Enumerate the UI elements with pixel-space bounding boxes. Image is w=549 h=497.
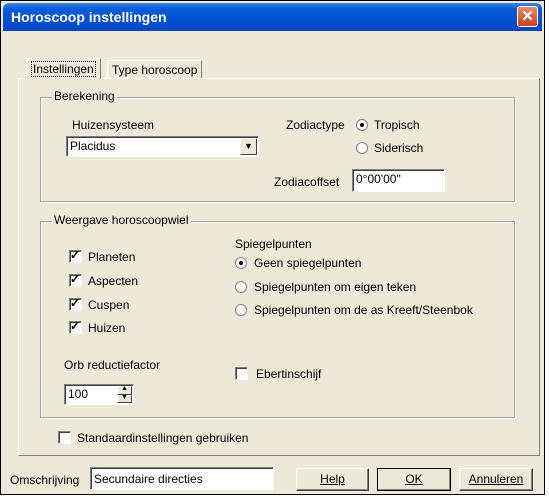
zodiacoffset-input[interactable]: 0°00'00" — [352, 169, 445, 192]
checkbox-ebertinschijf[interactable] — [235, 367, 248, 380]
tab-label-instellingen: Instellingen — [31, 61, 96, 77]
zodiacoffset-label: Zodiacoffset — [274, 175, 340, 189]
huizensysteem-dropdown[interactable]: Placidus ▼ — [66, 136, 259, 157]
tab-instellingen[interactable]: Instellingen — [26, 58, 101, 79]
check-icon: ✓ — [70, 319, 81, 333]
radio-spiegelpunten-kreeft-steenbok-label[interactable]: Spiegelpunten om de as Kreeft/Steenbok — [254, 303, 473, 317]
omschrijving-input[interactable]: Secundaire directies — [90, 467, 274, 490]
checkbox-planeten[interactable]: ✓ — [69, 248, 82, 263]
help-button-label: Help — [320, 472, 345, 486]
tab-label-type-horoscoop: Type horoscoop — [112, 63, 198, 77]
radio-geen-spiegelpunten[interactable] — [235, 257, 247, 269]
checkbox-planeten-label[interactable]: Planeten — [88, 250, 135, 264]
check-icon: ✓ — [70, 296, 81, 310]
radio-spiegelpunten-eigen-teken-label[interactable]: Spiegelpunten om eigen teken — [254, 280, 416, 294]
huizensysteem-value: Placidus — [70, 139, 116, 153]
orb-label: Orb reductiefactor — [64, 358, 161, 372]
checkbox-standaardinstellingen[interactable] — [58, 431, 71, 444]
checkbox-huizen-label[interactable]: Huizen — [88, 321, 125, 335]
zodiactype-label: Zodiactype — [286, 118, 345, 132]
weergave-legend: Weergave horoscoopwiel — [52, 213, 191, 227]
title-bar[interactable]: Horoscoop instellingen ✕ — [3, 3, 542, 31]
checkbox-aspecten-label[interactable]: Aspecten — [88, 274, 138, 288]
check-icon: ✓ — [70, 272, 81, 286]
spin-down-icon: ▼ — [121, 394, 128, 401]
radio-siderisch-label[interactable]: Siderisch — [374, 141, 423, 155]
huizensysteem-label: Huizensysteem — [72, 118, 155, 132]
chevron-down-icon: ▼ — [244, 141, 253, 151]
window-title: Horoscoop instellingen — [11, 9, 167, 25]
radio-geen-spiegelpunten-label[interactable]: Geen spiegelpunten — [254, 256, 361, 270]
orb-input[interactable]: 100 ▲ ▼ — [64, 384, 134, 405]
checkbox-aspecten[interactable]: ✓ — [69, 272, 82, 287]
radio-spiegelpunten-eigen-teken[interactable] — [235, 281, 247, 293]
spiegelpunten-label: Spiegelpunten — [235, 237, 312, 251]
checkbox-standaardinstellingen-label[interactable]: Standaardinstellingen gebruiken — [77, 431, 248, 445]
checkbox-cuspen-label[interactable]: Cuspen — [88, 298, 129, 312]
help-button[interactable]: Help — [296, 468, 369, 491]
orb-spin-down-button[interactable]: ▼ — [117, 394, 132, 403]
radio-siderisch[interactable] — [356, 142, 368, 154]
check-icon: ✓ — [70, 248, 81, 262]
omschrijving-label: Omschrijving — [10, 473, 80, 487]
checkbox-cuspen[interactable]: ✓ — [69, 296, 82, 311]
radio-tropisch[interactable] — [356, 119, 368, 131]
close-icon: ✕ — [521, 8, 534, 25]
huizensysteem-dropdown-button[interactable]: ▼ — [240, 138, 257, 155]
close-button[interactable]: ✕ — [517, 6, 538, 27]
ok-button[interactable]: OK — [377, 468, 451, 491]
radio-selected-dot — [239, 261, 243, 265]
orb-value: 100 — [68, 387, 89, 401]
radio-spiegelpunten-kreeft-steenbok[interactable] — [235, 304, 247, 316]
checkbox-ebertinschijf-label[interactable]: Ebertinschijf — [256, 367, 321, 381]
radio-selected-dot — [360, 123, 364, 127]
radio-tropisch-label[interactable]: Tropisch — [374, 118, 420, 132]
berekening-legend: Berekening — [52, 89, 117, 103]
checkbox-huizen[interactable]: ✓ — [69, 319, 82, 334]
tab-type-horoscoop[interactable]: Type horoscoop — [107, 60, 203, 79]
spin-up-icon: ▲ — [121, 385, 128, 392]
annuleren-button[interactable]: Annuleren — [459, 468, 533, 491]
annuleren-button-label: Annuleren — [468, 472, 524, 486]
ok-button-label: OK — [405, 472, 423, 486]
